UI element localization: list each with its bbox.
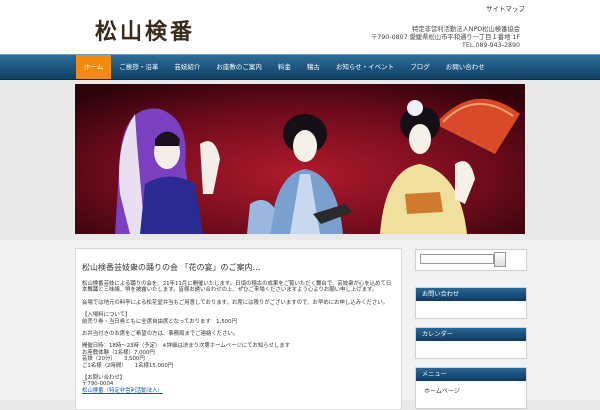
widget-link[interactable]: ホームページ [416, 381, 526, 400]
org-name: 特定非営利活動法人NPO松山検番協会 [412, 26, 520, 33]
search-widget [415, 249, 527, 271]
nav-item[interactable]: ご挨拶・沿革 [111, 55, 166, 79]
nav-item[interactable]: 芸妓紹介 [166, 55, 208, 79]
main-article: 松山検番芸妓衆の踊りの会 「花の宴」のご案内… 松山検番芸妓による踊りの会を、2… [75, 248, 402, 410]
sitemap-link[interactable]: サイトマップ [486, 3, 525, 13]
nav-item[interactable]: お問い合わせ [438, 55, 493, 79]
site-logo[interactable]: 松山検番 [95, 14, 195, 46]
nav-item[interactable]: 料金 [270, 55, 299, 79]
hero-banner [75, 84, 525, 234]
article-body: 松山検番芸妓による踊りの会を、21年11月に開催いたします。日頃の稽古の成果をご… [82, 281, 396, 400]
geisha-banner-image [75, 84, 525, 234]
nav-item[interactable]: ブログ [402, 55, 438, 79]
nav-list: ホーム ご挨拶・沿革 芸妓紹介 お座敷のご案内 料金 稽古 お知らせ・イベント ブログ お問い合… [76, 55, 493, 79]
sidebar-widget-calendar: カレンダー [415, 327, 527, 359]
article-paragraph: 前売り券・当日券ともに全席自由席となっております 1,500円 [82, 318, 237, 325]
article-link[interactable]: 松山検番（特定非営利活動法人） [82, 388, 163, 394]
postal-address: 〒790-0807 愛媛県松山市平和通り一丁目１番地 1F [371, 34, 520, 41]
nav-item[interactable]: 稽古 [299, 55, 328, 79]
header-address: 特定非営利活動法人NPO松山検番協会 〒790-0807 愛媛県松山市平和通り一… [371, 26, 520, 50]
nav-item[interactable]: ホーム [76, 55, 112, 79]
site-header: 松山検番 サイトマップ 特定非営利活動法人NPO松山検番協会 〒790-0807… [0, 0, 600, 54]
article-paragraph: 松山検番芸妓による踊りの会を、21年11月に開催いたします。日頃の稽古の成果をご… [82, 281, 392, 294]
sidebar-widget-contact: お問い合わせ [415, 287, 527, 319]
nav-item[interactable]: お知らせ・イベント [328, 55, 402, 79]
global-nav: ホーム ご挨拶・沿革 芸妓紹介 お座敷のご案内 料金 稽古 お知らせ・イベント ブログ お問い合… [0, 54, 600, 80]
widget-title: メニュー [416, 368, 526, 381]
search-input[interactable] [420, 254, 494, 264]
article-paragraph: ご1名様（2時間） 1名様15,000円 [82, 362, 174, 369]
widget-title: お問い合わせ [416, 288, 526, 301]
article-title[interactable]: 松山検番芸妓衆の踊りの会 「花の宴」のご案内… [82, 262, 261, 273]
search-button[interactable] [494, 252, 506, 267]
article-paragraph: お弁当付きのお席をご希望の方は、事務局までご連絡ください。 [82, 331, 239, 338]
nav-item[interactable]: お座敷のご案内 [208, 55, 270, 79]
widget-title: カレンダー [416, 328, 526, 341]
phone-number: TEL.089-943-2890 [462, 42, 520, 49]
sidebar-widget-menu: メニュー ホームページ [415, 367, 527, 409]
article-paragraph: 会場では地元の料亭による松花堂弁当もご用意しております。お席には限りがございます… [82, 299, 389, 306]
